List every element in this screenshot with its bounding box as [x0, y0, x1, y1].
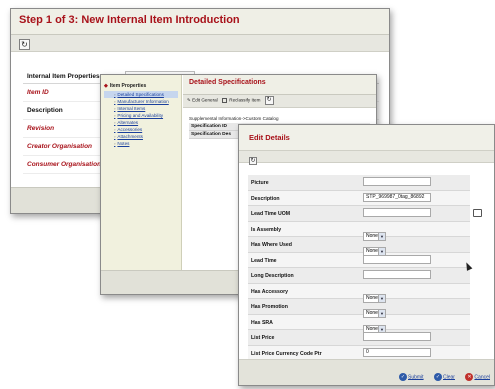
panel-title: Detailed Specifications: [183, 75, 376, 95]
node-icon: ▫: [114, 134, 116, 139]
dialog-toolbar: ↻: [239, 151, 494, 165]
row-label: Long Description: [251, 273, 294, 279]
table-row: Has Accessory None ▼: [248, 283, 470, 303]
row-label: Has Promotion: [251, 304, 288, 310]
submit-label: Submit: [408, 374, 424, 381]
row-label: List Price Currency Code Ptr: [251, 350, 322, 357]
row-label: Lead Time UOM: [251, 211, 291, 217]
row-label: Has Where Used: [251, 242, 292, 248]
tree-item-notes[interactable]: ▫ Notes: [104, 140, 178, 147]
edit-details-dialog: Edit Details ↻ Picture Description STP_9…: [238, 124, 495, 386]
panel-toolbar: ✎ Edit General Reclassify Item ↻: [183, 95, 376, 108]
window-title-bar: Step 1 of 3: New Internal Item Introduct…: [11, 9, 389, 35]
tree-item-label: Attachments: [117, 134, 143, 139]
node-icon: ▫: [114, 120, 116, 125]
table-row: Picture: [248, 175, 470, 191]
node-icon: ▫: [114, 141, 116, 146]
tree-item-label: Alternates: [117, 120, 139, 125]
tree-header[interactable]: ◆ Item Properties: [104, 83, 178, 89]
item-properties-tree: ◆ Item Properties ▫ Detailed Specification…: [101, 75, 182, 294]
table-row: Description STP_969987_0tag_86892: [248, 190, 470, 206]
tree-item-label: Notes: [117, 141, 130, 146]
list-price-input[interactable]: [363, 332, 431, 341]
node-icon: ▫: [114, 99, 116, 104]
tree-item-label: Accessories: [117, 127, 143, 132]
table-row: Has Promotion None ▼: [248, 299, 470, 318]
window-toolbar: ↻: [11, 35, 389, 52]
table-row: Lead Time: [248, 252, 470, 268]
collapse-triangle-icon[interactable]: ◆: [104, 83, 108, 89]
node-icon: ▫: [114, 106, 116, 111]
row-label: Lead Time: [251, 257, 277, 264]
edit-details-table: Picture Description STP_969987_0tag_8689…: [248, 175, 470, 361]
reclassify-item-button[interactable]: Reclassify Item: [229, 98, 260, 103]
node-icon: ▫: [114, 127, 116, 132]
tree-item-manufacturer-information[interactable]: ▫ Manufacturer Information: [104, 98, 178, 105]
row-label: Is Assembly: [251, 226, 282, 233]
dialog-footer: ✓ Submit ✓ Clear ✕ Cancel: [239, 359, 494, 385]
checkmark-icon: ✓: [399, 372, 407, 381]
edit-general-button[interactable]: Edit General: [192, 98, 218, 103]
breadcrumb: Supplemental Information->Custom Catalog: [189, 116, 279, 121]
row-label: List Price: [251, 335, 275, 341]
submit-button[interactable]: ✓ Submit: [399, 372, 424, 381]
table-row: Lead Time UOM: [248, 206, 470, 222]
tree-item-label: Pricing and Availability: [117, 113, 164, 118]
cancel-label: Cancel: [474, 374, 490, 381]
node-icon: ▫: [114, 92, 116, 97]
cancel-button[interactable]: ✕ Cancel: [465, 372, 490, 381]
lookup-icon[interactable]: [473, 209, 482, 217]
tree-item-label: Internal Items: [117, 106, 146, 111]
row-label: Has Accessory: [251, 288, 289, 295]
refresh-icon[interactable]: ↻: [249, 156, 257, 165]
checkmark-icon: ✓: [434, 372, 443, 381]
clear-button[interactable]: ✓ Clear: [434, 372, 455, 381]
reclassify-checkbox[interactable]: [221, 98, 227, 103]
lead-time-uom-input[interactable]: [363, 208, 431, 217]
picture-input[interactable]: [363, 177, 431, 186]
edit-icon[interactable]: ✎: [187, 98, 191, 103]
lead-time-input[interactable]: [363, 254, 431, 264]
row-label: Picture: [251, 180, 269, 186]
refresh-icon[interactable]: ↻: [19, 39, 30, 51]
close-icon: ✕: [465, 372, 474, 381]
description-input[interactable]: STP_969987_0tag_86892: [363, 192, 431, 202]
tree-item-attachments[interactable]: ▫ Attachments: [104, 133, 178, 140]
table-row: Long Description: [248, 268, 470, 284]
row-label: Has SRA: [251, 319, 273, 326]
tree-item-pricing-and-availability[interactable]: ▫ Pricing and Availability: [104, 112, 178, 119]
tree-item-internal-items[interactable]: ▫ Internal Items: [104, 105, 178, 112]
tree-item-accessories[interactable]: ▫ Accessories: [104, 126, 178, 133]
tree-item-detailed-specifications[interactable]: ▫ Detailed Specifications: [104, 91, 178, 98]
refresh-icon[interactable]: ↻: [264, 96, 274, 105]
clear-label: Clear: [443, 374, 455, 381]
dialog-title: Edit Details: [239, 125, 494, 151]
table-row: Has SRA None ▼: [248, 314, 470, 334]
node-icon: ▫: [114, 113, 116, 118]
tree-item-alternates[interactable]: ▫ Alternates: [104, 119, 178, 126]
window-title: Step 1 of 3: New Internal Item Introduct…: [19, 14, 240, 26]
tree-item-label: Detailed Specifications: [117, 92, 164, 97]
list-price-currency-input[interactable]: 0: [363, 347, 431, 357]
table-row: List Price: [248, 330, 470, 346]
table-row: Has Where Used None ▼: [248, 237, 470, 256]
long-description-input[interactable]: [363, 270, 431, 279]
table-row: Is Assembly None ▼: [248, 221, 470, 241]
tree-item-label: Manufacturer Information: [117, 99, 169, 104]
row-label: Description: [251, 195, 280, 202]
tree-title: Item Properties: [109, 83, 147, 89]
